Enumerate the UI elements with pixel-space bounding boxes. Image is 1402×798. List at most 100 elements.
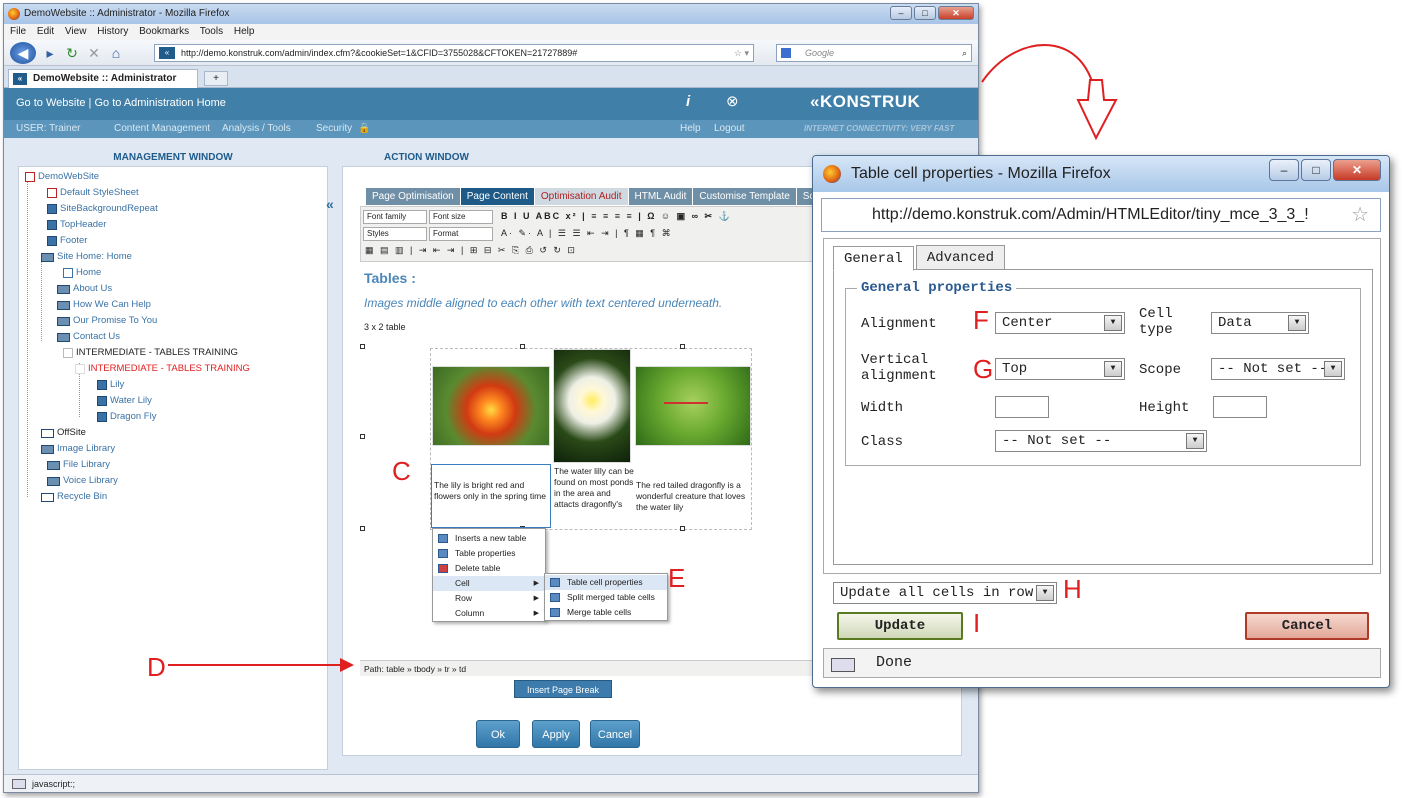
- tree-item[interactable]: Our Promise To You: [57, 313, 157, 329]
- tree-item[interactable]: Footer: [47, 233, 87, 249]
- menu-split-cells[interactable]: Split merged table cells: [545, 590, 667, 605]
- resize-handle[interactable]: [360, 526, 365, 531]
- menu-view[interactable]: View: [65, 26, 87, 37]
- close-button[interactable]: ✕: [938, 6, 974, 20]
- collapse-panel-icon[interactable]: «: [326, 196, 334, 212]
- width-input[interactable]: [995, 396, 1049, 418]
- tree-item[interactable]: OffSite: [41, 425, 86, 441]
- apply-button[interactable]: Apply: [532, 720, 580, 748]
- url-input[interactable]: « http://demo.konstruk.com/admin/index.c…: [154, 44, 754, 62]
- back-arrow-icon[interactable]: ◀: [10, 42, 36, 64]
- menu-help[interactable]: Help: [234, 26, 255, 37]
- tree-item[interactable]: Contact Us: [57, 329, 120, 345]
- cancel-button[interactable]: Cancel: [1245, 612, 1369, 640]
- info-icon[interactable]: i: [686, 93, 690, 110]
- tab-optimisation-audit[interactable]: Optimisation Audit: [534, 188, 629, 205]
- tree-item[interactable]: SiteBackgroundRepeat: [47, 201, 158, 217]
- logout-icon[interactable]: ⊗: [726, 92, 739, 110]
- new-tab-button[interactable]: +: [204, 71, 228, 86]
- format-select[interactable]: Format: [429, 227, 493, 241]
- tree-item[interactable]: TopHeader: [47, 217, 106, 233]
- browser-tab[interactable]: « DemoWebsite :: Administrator: [8, 69, 198, 88]
- tree-item[interactable]: DemoWebSite: [25, 169, 99, 185]
- tree-item[interactable]: Dragon Fly: [97, 409, 156, 425]
- home-icon[interactable]: ⌂: [106, 44, 126, 62]
- maximize-button[interactable]: □: [1301, 159, 1331, 181]
- menu-history[interactable]: History: [97, 26, 128, 37]
- tree-item[interactable]: Water Lily: [97, 393, 152, 409]
- tab-html-audit[interactable]: HTML Audit: [628, 188, 694, 205]
- tree-item[interactable]: How We Can Help: [57, 297, 151, 313]
- alignment-select[interactable]: Center ▼: [995, 312, 1125, 334]
- menu-table-cell-properties[interactable]: Table cell properties: [545, 575, 667, 590]
- tree-item-selected[interactable]: INTERMEDIATE - TABLES TRAINING: [75, 361, 250, 377]
- menu-row[interactable]: Row ▶: [433, 591, 545, 606]
- tab-general[interactable]: General: [833, 246, 914, 271]
- nav-content-management[interactable]: Content Management: [114, 120, 210, 138]
- minimize-button[interactable]: –: [890, 6, 912, 20]
- tab-page-content[interactable]: Page Content: [460, 188, 535, 205]
- ok-button[interactable]: Ok: [476, 720, 520, 748]
- menu-column[interactable]: Column ▶: [433, 606, 545, 621]
- stop-icon[interactable]: ✕: [84, 44, 104, 62]
- nav-user[interactable]: USER: Trainer: [16, 120, 80, 138]
- menu-insert-table[interactable]: Inserts a new table: [433, 531, 545, 546]
- table-buttons-row3[interactable]: ▦ ▤ ▥ | ⇥ ⇤ ⇥ | ⊞ ⊟ ✂ ⎘ ⎙ ↺ ↻ ⊡: [365, 245, 577, 256]
- tree-item[interactable]: File Library: [47, 457, 110, 473]
- element-path[interactable]: Path: table » tbody » tr » td: [360, 660, 820, 676]
- nav-analysis-tools[interactable]: Analysis / Tools: [222, 120, 291, 138]
- update-scope-select[interactable]: Update all cells in row ▼: [833, 582, 1057, 604]
- water-lily-image[interactable]: [553, 349, 631, 463]
- dragonfly-image[interactable]: [635, 366, 751, 446]
- update-button[interactable]: Update: [837, 612, 963, 640]
- menu-tools[interactable]: Tools: [200, 26, 223, 37]
- format-buttons-row1[interactable]: B I U ABC x² | ≡ ≡ ≡ ≡ | Ω ☺ ▣ ∞ ✂ ⚓: [501, 211, 732, 222]
- styles-select[interactable]: Styles: [363, 227, 427, 241]
- reload-icon[interactable]: ↻: [62, 44, 82, 62]
- nav-security[interactable]: Security: [316, 120, 352, 138]
- resize-handle[interactable]: [680, 344, 685, 349]
- resize-handle[interactable]: [520, 344, 525, 349]
- menu-edit[interactable]: Edit: [37, 26, 54, 37]
- resize-handle[interactable]: [360, 344, 365, 349]
- tree-item[interactable]: Home: [63, 265, 101, 281]
- logout-link[interactable]: Logout: [714, 120, 745, 138]
- tree-item[interactable]: INTERMEDIATE - TABLES TRAINING: [63, 345, 238, 361]
- bookmark-star-icon[interactable]: ☆ ▾: [734, 45, 749, 61]
- menu-table-properties[interactable]: Table properties: [433, 546, 545, 561]
- font-family-select[interactable]: Font family: [363, 210, 427, 224]
- cancel-button[interactable]: Cancel: [590, 720, 640, 748]
- tree-item[interactable]: Lily: [97, 377, 124, 393]
- cell-type-select[interactable]: Data ▼: [1211, 312, 1309, 334]
- tab-advanced[interactable]: Advanced: [915, 245, 1006, 269]
- tree-item[interactable]: About Us: [57, 281, 112, 297]
- minimize-button[interactable]: –: [1269, 159, 1299, 181]
- bookmark-star-icon[interactable]: ☆: [1351, 202, 1369, 227]
- font-size-select[interactable]: Font size: [429, 210, 493, 224]
- height-input[interactable]: [1213, 396, 1267, 418]
- tree-item[interactable]: Default StyleSheet: [47, 185, 139, 201]
- search-icon[interactable]: ⌕: [962, 45, 967, 61]
- scope-select[interactable]: -- Not set -- ▼: [1211, 358, 1345, 380]
- tree-item[interactable]: Voice Library: [47, 473, 118, 489]
- resize-handle[interactable]: [680, 526, 685, 531]
- menu-cell[interactable]: Cell ▶: [433, 576, 545, 591]
- close-button[interactable]: ✕: [1333, 159, 1381, 181]
- help-link[interactable]: Help: [680, 120, 701, 138]
- tree-item[interactable]: Site Home: Home: [41, 249, 132, 265]
- tab-page-optimisation[interactable]: Page Optimisation: [366, 188, 461, 205]
- tree-item[interactable]: Image Library: [41, 441, 115, 457]
- menu-file[interactable]: File: [10, 26, 26, 37]
- vertical-alignment-select[interactable]: Top ▼: [995, 358, 1125, 380]
- maximize-button[interactable]: □: [914, 6, 936, 20]
- tree-item[interactable]: Recycle Bin: [41, 489, 107, 505]
- top-links[interactable]: Go to Website | Go to Administration Hom…: [16, 97, 226, 109]
- menu-delete-table[interactable]: Delete table: [433, 561, 545, 576]
- lily-image[interactable]: [432, 366, 550, 446]
- insert-page-break-button[interactable]: Insert Page Break: [514, 680, 612, 698]
- format-buttons-row2[interactable]: A· ✎· A | ☰ ☰ ⇤ ⇥ | ¶ ▦ ¶ ⌘: [501, 228, 673, 239]
- search-input[interactable]: Google ⌕: [776, 44, 972, 62]
- forward-arrow-icon[interactable]: ▸: [40, 44, 60, 62]
- class-select[interactable]: -- Not set -- ▼: [995, 430, 1207, 452]
- menu-merge-cells[interactable]: Merge table cells: [545, 605, 667, 620]
